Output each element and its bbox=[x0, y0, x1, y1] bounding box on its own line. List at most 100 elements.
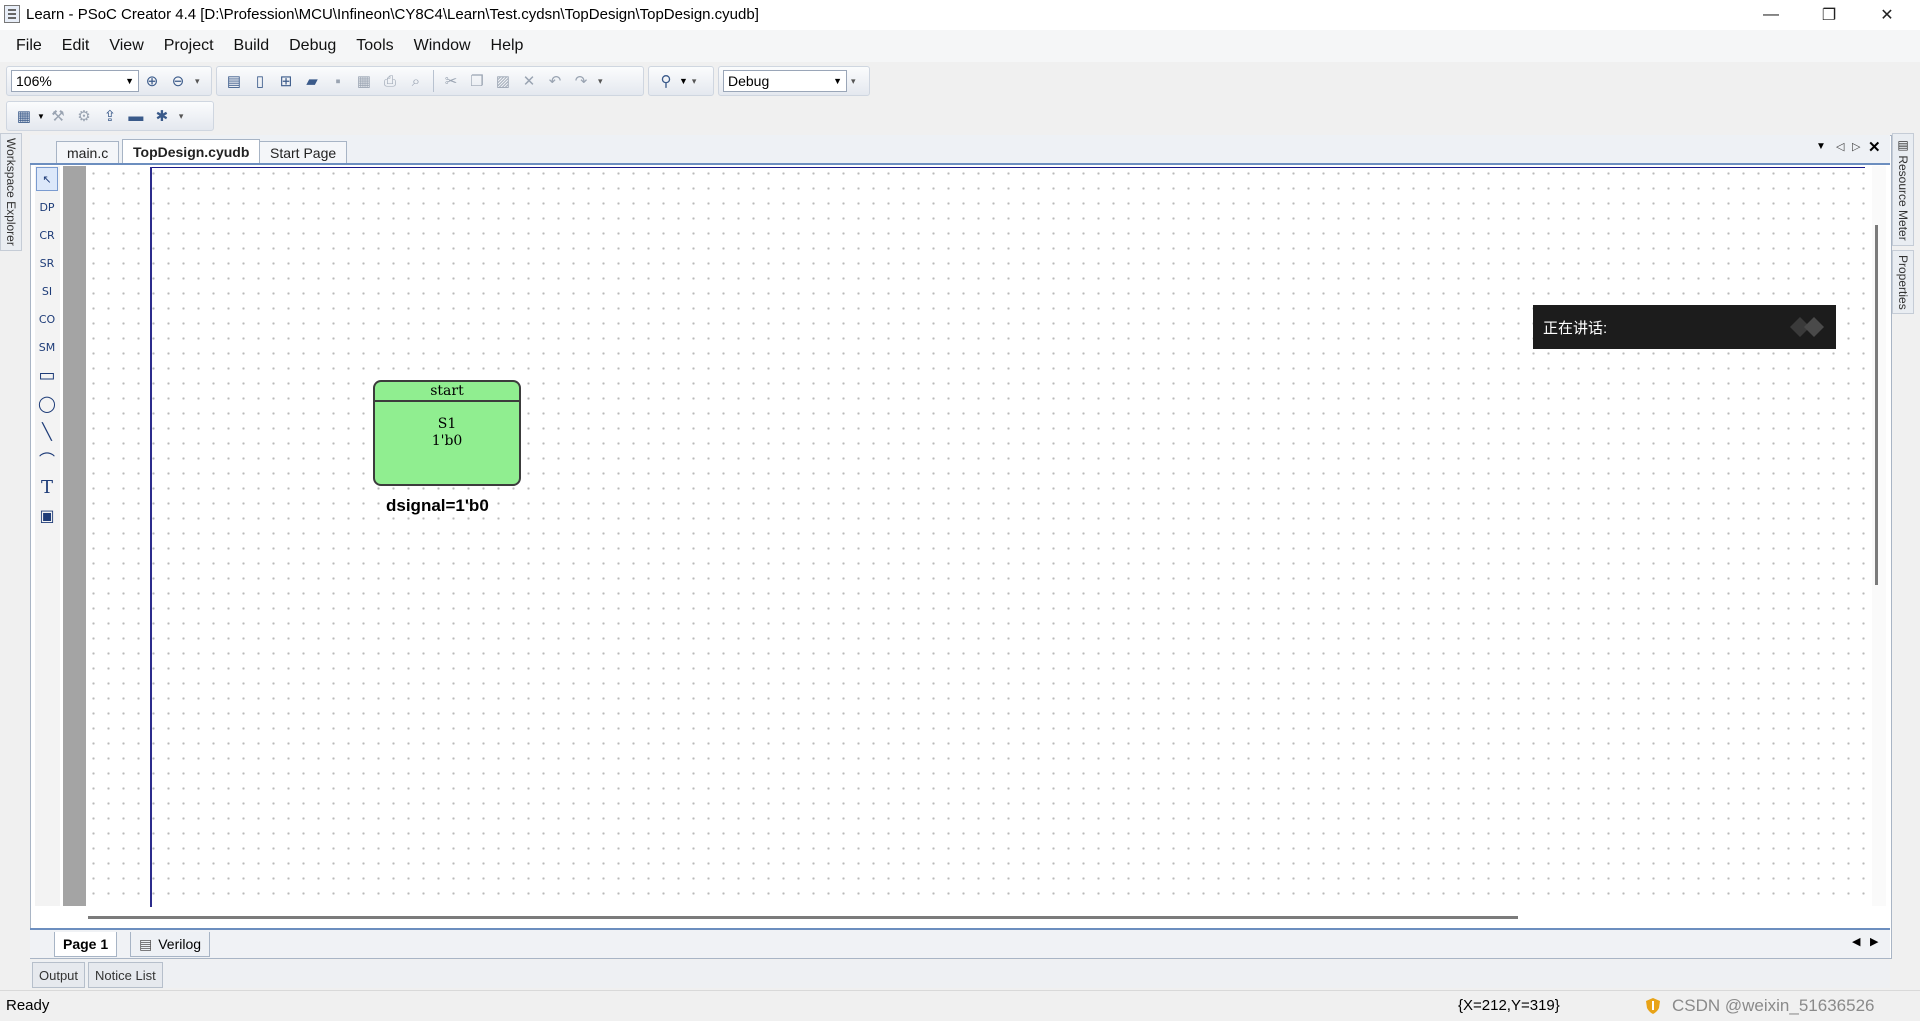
design-canvas[interactable] bbox=[86, 166, 1866, 906]
debug-bug-icon[interactable]: ✱ bbox=[151, 105, 173, 127]
state-name: start bbox=[375, 382, 519, 402]
menu-bar: File Edit View Project Build Debug Tools… bbox=[0, 30, 1920, 62]
zoom-combo[interactable]: 106% ▼ bbox=[11, 70, 139, 92]
save-icon[interactable]: ▪ bbox=[327, 70, 349, 92]
menu-window[interactable]: Window bbox=[404, 37, 481, 55]
sr-icon[interactable]: SR bbox=[36, 251, 58, 275]
text-icon[interactable]: T bbox=[36, 475, 58, 499]
toolbar-overflow-icon[interactable]: ▾ bbox=[692, 76, 697, 87]
build-icon[interactable]: ⚒ bbox=[47, 105, 69, 127]
copy-icon[interactable]: ❐ bbox=[466, 70, 488, 92]
menu-view[interactable]: View bbox=[99, 37, 153, 55]
minimize-button[interactable]: — bbox=[1742, 0, 1800, 30]
dp-icon[interactable]: DP bbox=[36, 195, 58, 219]
redo-icon[interactable]: ↷ bbox=[570, 70, 592, 92]
tab-topdesign[interactable]: TopDesign.cyudb bbox=[122, 139, 261, 163]
verilog-file-icon: ▤ bbox=[139, 935, 153, 952]
dropdown-arrow-icon[interactable]: ▼ bbox=[37, 112, 45, 121]
tab-main-c[interactable]: main.c bbox=[56, 141, 120, 163]
bottom-panel-tabs: Output Notice List bbox=[30, 960, 1890, 988]
state-output-label: dsignal=1'b0 bbox=[386, 496, 489, 515]
menu-edit[interactable]: Edit bbox=[52, 37, 100, 55]
pointer-icon[interactable]: ↖ bbox=[36, 167, 58, 191]
config-toolbar: Debug ▼ ▾ bbox=[718, 66, 870, 96]
find-icon[interactable]: ⚲ bbox=[655, 70, 677, 92]
toolbar-overflow-icon[interactable]: ▾ bbox=[598, 76, 603, 87]
calendar-icon[interactable]: ▦ bbox=[13, 105, 35, 127]
undo-icon[interactable]: ↶ bbox=[544, 70, 566, 92]
state-node[interactable]: start S1 1'b0 bbox=[373, 380, 521, 486]
new-project-icon[interactable]: ▤ bbox=[223, 70, 245, 92]
arc-icon[interactable]: ⌒ bbox=[36, 447, 58, 471]
image-icon[interactable]: ▣ bbox=[36, 503, 58, 527]
menu-file[interactable]: File bbox=[6, 37, 52, 55]
menu-project[interactable]: Project bbox=[154, 37, 224, 55]
tab-scroll-left-icon[interactable]: ◁ bbox=[1836, 140, 1844, 153]
page-scroll-left-icon[interactable]: ◀ bbox=[1852, 935, 1860, 948]
si-icon[interactable]: SI bbox=[36, 279, 58, 303]
menu-tools[interactable]: Tools bbox=[346, 37, 403, 55]
zoom-out-icon[interactable]: ⊖ bbox=[167, 70, 189, 92]
separator bbox=[433, 70, 434, 92]
toolbar-overflow-icon[interactable]: ▾ bbox=[851, 76, 856, 87]
print-icon[interactable]: ⎙ bbox=[379, 70, 401, 92]
tab-notice-list[interactable]: Notice List bbox=[88, 962, 163, 988]
line-icon[interactable]: ╲ bbox=[36, 419, 58, 443]
save-all-icon[interactable]: ▦ bbox=[353, 70, 375, 92]
compile-icon[interactable]: ⚙ bbox=[73, 105, 95, 127]
resource-meter-tab[interactable]: ▤ Resource Meter bbox=[1892, 133, 1914, 246]
tab-scroll-right-icon[interactable]: ▷ bbox=[1852, 140, 1860, 153]
cut-icon[interactable]: ✂ bbox=[440, 70, 462, 92]
new-file-icon[interactable]: ▯ bbox=[249, 70, 271, 92]
toolbar-overflow-icon[interactable]: ▾ bbox=[179, 111, 184, 122]
tab-page-1[interactable]: Page 1 bbox=[54, 932, 118, 957]
tab-output[interactable]: Output bbox=[32, 962, 86, 988]
canvas-margin bbox=[63, 166, 86, 906]
menu-help[interactable]: Help bbox=[481, 37, 534, 55]
vertical-scroll-thumb[interactable] bbox=[1875, 225, 1878, 585]
tab-list-dropdown-icon[interactable]: ▼ bbox=[1816, 141, 1826, 152]
close-button[interactable]: ✕ bbox=[1858, 0, 1916, 30]
build-toolbar: ▦ ▼ ⚒ ⚙ ⇪ ▬ ✱ ▾ bbox=[6, 101, 214, 131]
menu-debug[interactable]: Debug bbox=[279, 37, 346, 55]
cursor-coordinates: {X=212,Y=319} bbox=[1458, 997, 1560, 1014]
status-bar: Ready {X=212,Y=319} CSDN @weixin_5163652… bbox=[0, 990, 1920, 1021]
state-encoding: 1'b0 bbox=[431, 433, 463, 449]
dropdown-arrow-icon: ▼ bbox=[125, 76, 134, 86]
zoom-toolbar: 106% ▼ ⊕ ⊖ ▾ bbox=[6, 66, 212, 96]
ellipse-icon[interactable]: ◯ bbox=[36, 391, 58, 415]
build-config-value: Debug bbox=[728, 73, 770, 89]
program-icon[interactable]: ▬ bbox=[125, 105, 147, 127]
cr-icon[interactable]: CR bbox=[36, 223, 58, 247]
add-item-icon[interactable]: ⊞ bbox=[275, 70, 297, 92]
toolbar-overflow-icon[interactable]: ▾ bbox=[195, 76, 200, 87]
watermark: CSDN @weixin_51636526 bbox=[1672, 996, 1875, 1015]
page-tab-bar: Page 1 ▤ Verilog ◀ ▶ bbox=[30, 928, 1890, 958]
horizontal-scroll-thumb[interactable] bbox=[88, 916, 1518, 919]
paste-icon[interactable]: ▨ bbox=[492, 70, 514, 92]
dropdown-arrow-icon[interactable]: ▼ bbox=[679, 76, 688, 86]
tab-verilog-label: Verilog bbox=[158, 936, 202, 952]
page-scroll-right-icon[interactable]: ▶ bbox=[1870, 935, 1878, 948]
speaking-label: 正在讲话: bbox=[1543, 319, 1608, 337]
build-config-combo[interactable]: Debug ▼ bbox=[723, 70, 847, 92]
generate-icon[interactable]: ⇪ bbox=[99, 105, 121, 127]
delete-icon[interactable]: ✕ bbox=[518, 70, 540, 92]
menu-build[interactable]: Build bbox=[224, 37, 280, 55]
tab-verilog[interactable]: ▤ Verilog bbox=[130, 932, 211, 957]
restore-button[interactable]: ❐ bbox=[1800, 0, 1858, 30]
open-icon[interactable]: ▰ bbox=[301, 70, 323, 92]
rectangle-icon[interactable]: ▭ bbox=[36, 363, 58, 387]
zoom-in-icon[interactable]: ⊕ bbox=[141, 70, 163, 92]
page-border-left bbox=[150, 167, 152, 907]
tab-start-page[interactable]: Start Page bbox=[259, 141, 348, 163]
page-border-top bbox=[150, 167, 1865, 168]
print-preview-icon[interactable]: ⌕ bbox=[405, 70, 427, 92]
co-icon[interactable]: CO bbox=[36, 307, 58, 331]
workspace-explorer-tab[interactable]: Workspace Explorer bbox=[0, 133, 22, 251]
status-text: Ready bbox=[6, 997, 50, 1014]
speaking-overlay: 正在讲话: bbox=[1533, 305, 1836, 349]
close-document-icon[interactable]: ✕ bbox=[1868, 138, 1881, 156]
properties-tab[interactable]: Properties bbox=[1892, 249, 1914, 315]
sm-icon[interactable]: SM bbox=[36, 335, 58, 359]
